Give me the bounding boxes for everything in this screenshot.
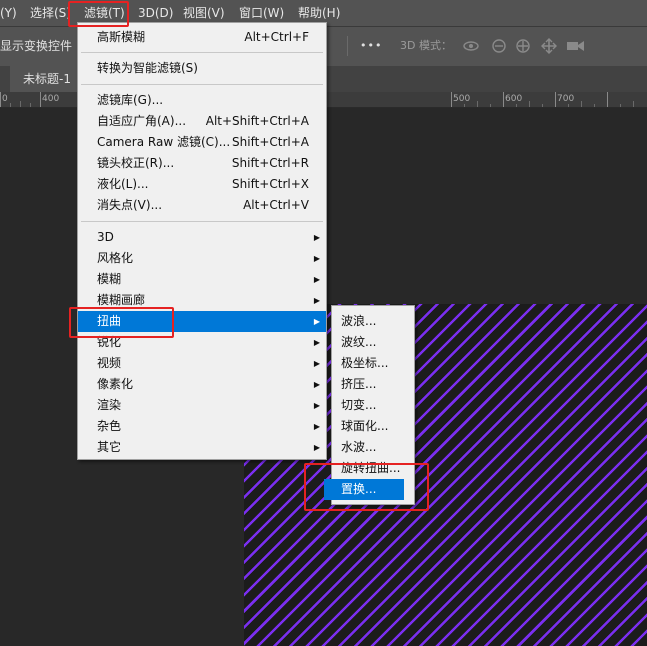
submenu-item-pinch[interactable]: 挤压... bbox=[332, 374, 414, 395]
more-options-button[interactable]: ••• bbox=[360, 27, 382, 65]
menu-item-convert-smart-filter[interactable]: 转换为智能滤镜(S) bbox=[78, 58, 326, 79]
submenu-arrow-icon: ▶ bbox=[313, 401, 320, 410]
toolbar-divider bbox=[347, 36, 348, 56]
menu-item-noise[interactable]: 杂色 ▶ bbox=[78, 416, 326, 437]
submenu-arrow-icon: ▶ bbox=[313, 317, 320, 326]
submenu-item-wave[interactable]: 波浪... bbox=[332, 311, 414, 332]
slide-3d-icon[interactable] bbox=[540, 38, 558, 57]
menu-image-partial[interactable]: (Y) bbox=[0, 0, 17, 26]
orbit-3d-icon[interactable] bbox=[462, 38, 480, 57]
menu-item-other[interactable]: 其它 ▶ bbox=[78, 437, 326, 458]
document-tab[interactable]: 未标题-1 bbox=[10, 66, 78, 92]
submenu-item-shear[interactable]: 切变... bbox=[332, 395, 414, 416]
submenu-arrow-icon: ▶ bbox=[313, 275, 320, 284]
submenu-arrow-icon: ▶ bbox=[313, 359, 320, 368]
submenu-arrow-icon: ▶ bbox=[313, 422, 320, 431]
submenu-arrow-icon: ▶ bbox=[313, 254, 320, 263]
menu-item-video[interactable]: 视频 ▶ bbox=[78, 353, 326, 374]
submenu-item-ripple[interactable]: 波纹... bbox=[332, 332, 414, 353]
menu-item-adaptive-wide-angle[interactable]: 自适应广角(A)... Alt+Shift+Ctrl+A bbox=[78, 111, 326, 132]
menu-item-vanishing-point[interactable]: 消失点(V)... Alt+Ctrl+V bbox=[78, 195, 326, 216]
menu-item-liquify[interactable]: 液化(L)... Shift+Ctrl+X bbox=[78, 174, 326, 195]
submenu-arrow-icon: ▶ bbox=[313, 338, 320, 347]
menu-select[interactable]: 选择(S) bbox=[30, 0, 71, 26]
menu-separator bbox=[81, 52, 323, 53]
submenu-item-zigzag[interactable]: 水波... bbox=[332, 437, 414, 458]
submenu-arrow-icon: ▶ bbox=[313, 380, 320, 389]
menu-separator bbox=[81, 84, 323, 85]
pan-3d-icon[interactable] bbox=[514, 38, 532, 57]
menu-item-3d[interactable]: 3D ▶ bbox=[78, 227, 326, 248]
menu-separator bbox=[81, 221, 323, 222]
annotation-box-filter-menu bbox=[68, 1, 129, 27]
filter-menu-dropdown: 高斯模糊 Alt+Ctrl+F 转换为智能滤镜(S) 滤镜库(G)... 自适应广… bbox=[77, 22, 327, 460]
menu-item-camera-raw[interactable]: Camera Raw 滤镜(C)... Shift+Ctrl+A bbox=[78, 132, 326, 153]
show-transform-controls-label[interactable]: 显示变换控件 bbox=[0, 27, 72, 65]
submenu-item-polar-coordinates[interactable]: 极坐标... bbox=[332, 353, 414, 374]
annotation-box-distort-item bbox=[69, 307, 174, 338]
3d-mode-label: 3D 模式： bbox=[400, 39, 452, 52]
submenu-arrow-icon: ▶ bbox=[313, 296, 320, 305]
menu-item-blur[interactable]: 模糊 ▶ bbox=[78, 269, 326, 290]
submenu-arrow-icon: ▶ bbox=[313, 233, 320, 242]
menu-item-filter-gallery[interactable]: 滤镜库(G)... bbox=[78, 90, 326, 111]
menu-item-pixelate[interactable]: 像素化 ▶ bbox=[78, 374, 326, 395]
roll-3d-icon[interactable] bbox=[490, 38, 508, 57]
menu-item-stylize[interactable]: 风格化 ▶ bbox=[78, 248, 326, 269]
video-camera-3d-icon[interactable] bbox=[566, 39, 586, 56]
annotation-box-displace-item bbox=[304, 463, 429, 511]
submenu-arrow-icon: ▶ bbox=[313, 443, 320, 452]
menu-item-render[interactable]: 渲染 ▶ bbox=[78, 395, 326, 416]
submenu-item-spherize[interactable]: 球面化... bbox=[332, 416, 414, 437]
menu-item-gaussian-blur[interactable]: 高斯模糊 Alt+Ctrl+F bbox=[78, 27, 326, 48]
menu-item-lens-correction[interactable]: 镜头校正(R)... Shift+Ctrl+R bbox=[78, 153, 326, 174]
